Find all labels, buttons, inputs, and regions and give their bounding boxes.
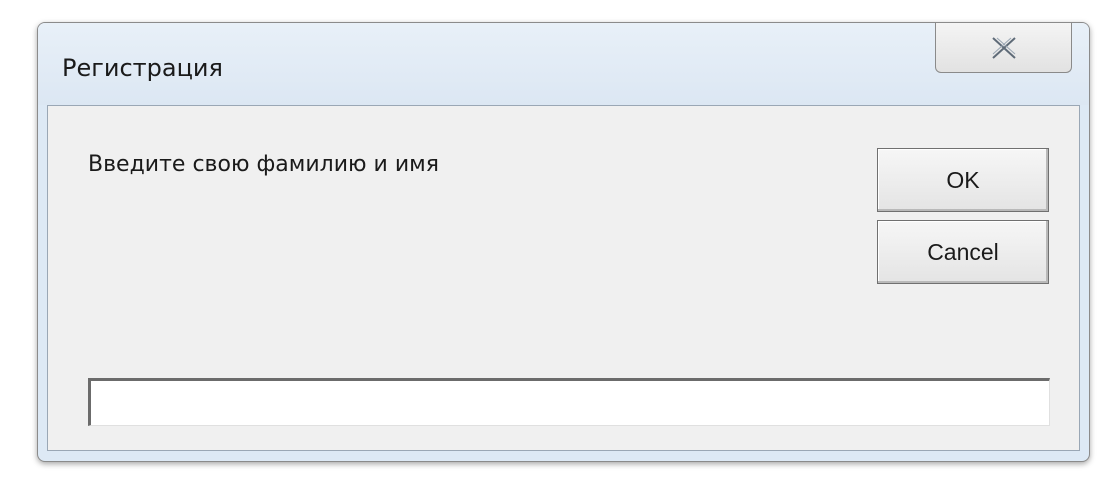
ok-button[interactable]: OK [877, 148, 1049, 212]
prompt-label: Введите свою фамилию и имя [88, 152, 439, 177]
cancel-button[interactable]: Cancel [877, 220, 1049, 284]
close-icon [991, 36, 1016, 59]
close-button[interactable] [935, 23, 1072, 73]
title-bar[interactable]: Регистрация [38, 23, 1089, 105]
window-title: Регистрация [62, 54, 223, 82]
dialog-window: Регистрация Введите свою фамилию и имя O… [37, 22, 1090, 462]
dialog-body: Введите свою фамилию и имя OK Cancel [47, 105, 1080, 451]
name-input[interactable] [88, 378, 1050, 426]
